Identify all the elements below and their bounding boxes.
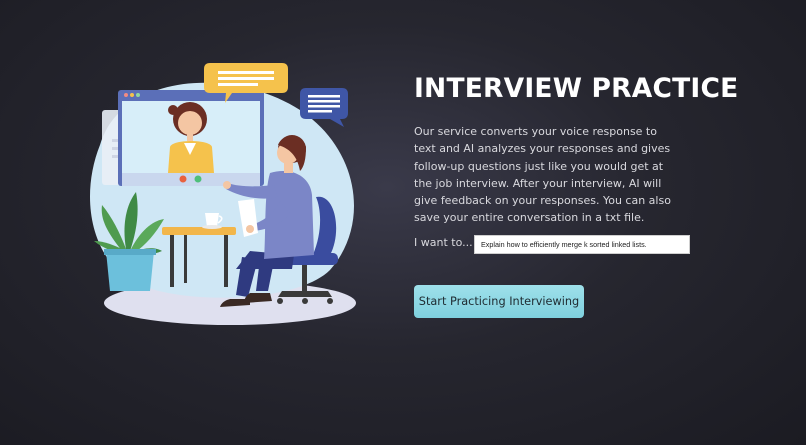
service-description: Our service converts your voice response… — [414, 125, 671, 225]
start-practicing-button[interactable]: Start Practicing Interviewing — [414, 285, 584, 318]
interview-illustration — [90, 63, 356, 325]
page-title: INTERVIEW PRACTICE — [414, 73, 739, 104]
want-to-label: I want to... — [414, 236, 473, 249]
want-to-input[interactable] — [474, 235, 690, 254]
